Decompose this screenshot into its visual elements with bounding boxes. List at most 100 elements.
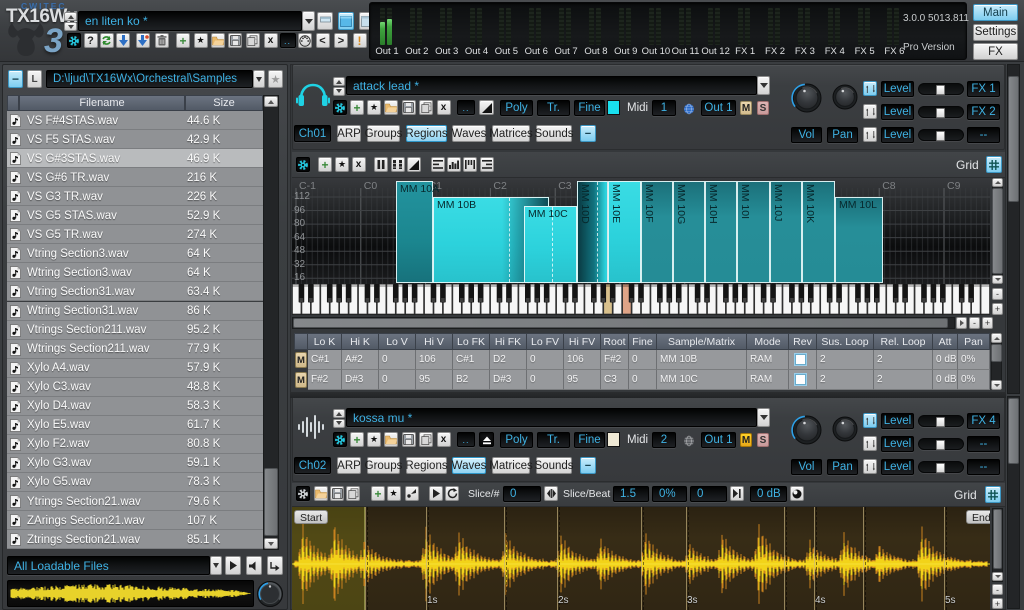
output-field[interactable]: Out 1 <box>701 432 736 448</box>
send-mode-icon[interactable] <box>863 81 877 96</box>
file-row[interactable]: Xylo G3.wav59.1 K <box>7 454 263 473</box>
rev-checkbox[interactable] <box>795 374 806 385</box>
map-zoom-in-button[interactable]: + <box>992 303 1003 315</box>
wave-display[interactable]: 1s2s3s4s5s Start End <box>292 507 990 610</box>
table-cell[interactable]: RAM <box>747 370 789 390</box>
patch-combo[interactable]: en liten ko * <box>78 11 302 31</box>
send-level-slider[interactable] <box>918 83 964 95</box>
file-scroll-down-icon[interactable] <box>264 538 278 549</box>
send-mode-icon[interactable] <box>863 104 877 119</box>
stepper-icon[interactable] <box>544 486 558 501</box>
slice-icon[interactable] <box>405 486 419 501</box>
tab-arp[interactable]: ARP <box>337 457 361 474</box>
transpose-field[interactable]: Tr. <box>537 432 570 448</box>
wave-end-marker[interactable]: End <box>966 510 990 524</box>
file-row[interactable]: VS F#4STAS.wav44.6 K <box>7 111 263 130</box>
program-name-arrow[interactable] <box>757 76 770 95</box>
browser-path-arrow[interactable] <box>253 70 265 88</box>
recycle-icon[interactable] <box>100 33 114 48</box>
nav-settings-button[interactable]: Settings <box>973 24 1018 41</box>
preview-volume-knob[interactable] <box>255 579 285 609</box>
prev-icon[interactable]: < <box>316 33 330 48</box>
program-omni-field[interactable]: .. <box>457 100 475 115</box>
patch-spinner[interactable] <box>64 12 77 31</box>
save-icon[interactable] <box>402 432 416 447</box>
file-row[interactable]: VS G5 TR.wav274 K <box>7 225 263 244</box>
add-icon[interactable]: + <box>318 157 332 172</box>
wave-start-marker[interactable]: Start <box>294 510 328 524</box>
table-scroll-thumb[interactable] <box>991 344 1002 362</box>
table-cell[interactable]: 0 <box>379 370 416 390</box>
kbd-zoom-out-button[interactable]: - <box>969 317 980 329</box>
table-cell[interactable]: RAM <box>747 350 789 370</box>
slice-beat-field[interactable]: 1.5 <box>613 486 649 502</box>
region-block[interactable]: MM 10H <box>705 181 737 283</box>
align-left-icon[interactable] <box>431 157 445 172</box>
table-cell[interactable]: 106 <box>416 350 453 370</box>
table-cell[interactable]: C3 <box>601 370 629 390</box>
star-icon[interactable]: ★ <box>387 486 401 501</box>
file-scroll-up-icon[interactable] <box>264 96 278 107</box>
fade-triangle-icon[interactable] <box>479 100 494 115</box>
folder-icon[interactable] <box>384 100 398 115</box>
tab-groups[interactable]: Groups <box>367 457 400 474</box>
tab-sounds[interactable]: Sounds <box>536 457 572 474</box>
region-block[interactable]: MM 10F <box>641 181 673 283</box>
fine-field[interactable]: Fine <box>574 432 605 448</box>
program-collapse-button[interactable]: − <box>580 457 596 474</box>
table-cell[interactable]: D#3 <box>342 370 379 390</box>
knob[interactable] <box>790 81 824 115</box>
next-icon[interactable]: > <box>334 33 348 48</box>
knob[interactable] <box>790 413 824 447</box>
table-col-header[interactable]: Pan <box>958 333 990 350</box>
kbd-zoom-in-button[interactable]: + <box>982 317 993 329</box>
table-cell[interactable]: 0 <box>527 370 564 390</box>
mute-button[interactable]: M <box>740 101 752 115</box>
dotgrid-icon[interactable] <box>391 157 405 172</box>
table-col-header[interactable]: Hi FK <box>490 333 527 350</box>
patch-combo-arrow[interactable] <box>302 11 315 31</box>
table-cell[interactable]: 0 dB <box>933 370 958 390</box>
folder-icon[interactable] <box>384 432 398 447</box>
program-spinner-down-icon[interactable] <box>333 87 345 96</box>
file-row[interactable]: Vtring Section31.wav63.4 K <box>7 282 263 301</box>
gear-icon[interactable] <box>333 100 347 115</box>
eject-icon[interactable] <box>479 432 494 447</box>
pan-field[interactable]: Pan <box>827 459 858 475</box>
midi-channel-field[interactable]: 2 <box>652 432 676 448</box>
program-name-arrow[interactable] <box>757 408 770 427</box>
tab-waves[interactable]: Waves <box>452 125 486 142</box>
send-level-slider[interactable] <box>918 106 964 118</box>
region-block[interactable]: MM 10G <box>673 181 705 283</box>
star-icon[interactable]: ★ <box>367 100 381 115</box>
map-vscroll-down-icon[interactable] <box>992 275 1003 284</box>
table-cell[interactable] <box>789 370 817 390</box>
table-cell[interactable]: A#2 <box>342 350 379 370</box>
copy-icon[interactable] <box>419 100 433 115</box>
output-field[interactable]: Out 1 <box>701 100 736 116</box>
patch-spinner-up-icon[interactable] <box>64 12 77 21</box>
map-vscroll-up-icon[interactable] <box>992 178 1003 187</box>
table-col-header[interactable]: Sus. Loop <box>817 333 874 350</box>
pause-icon[interactable] <box>374 157 388 172</box>
send-dest-field[interactable]: FX 1 <box>967 81 1000 97</box>
poly-button[interactable]: Poly <box>500 432 533 448</box>
send-mode-icon[interactable] <box>863 436 877 451</box>
window-medium-icon[interactable] <box>338 12 354 30</box>
program-spinner-up-icon[interactable] <box>333 409 345 418</box>
rev-checkbox[interactable] <box>795 354 806 365</box>
send-dest-field[interactable]: FX 2 <box>967 104 1000 120</box>
file-row[interactable]: Xylo C3.wav48.8 K <box>7 378 263 397</box>
table-col-header[interactable]: Hi V <box>416 333 453 350</box>
import-icon[interactable] <box>116 33 130 48</box>
delete-x-icon[interactable]: x <box>352 157 366 172</box>
globe-icon[interactable] <box>683 102 694 113</box>
pane-separator[interactable] <box>290 392 1006 398</box>
region-block[interactable]: MM 10E <box>608 181 641 283</box>
midi-channel-field[interactable]: 1 <box>652 100 676 116</box>
fade-triangle-icon[interactable] <box>407 157 421 172</box>
region-block[interactable]: MM 10J <box>770 181 802 283</box>
copy-icon[interactable] <box>419 432 433 447</box>
send-level-field[interactable]: Level <box>881 459 914 475</box>
table-cell[interactable]: D2 <box>490 350 527 370</box>
